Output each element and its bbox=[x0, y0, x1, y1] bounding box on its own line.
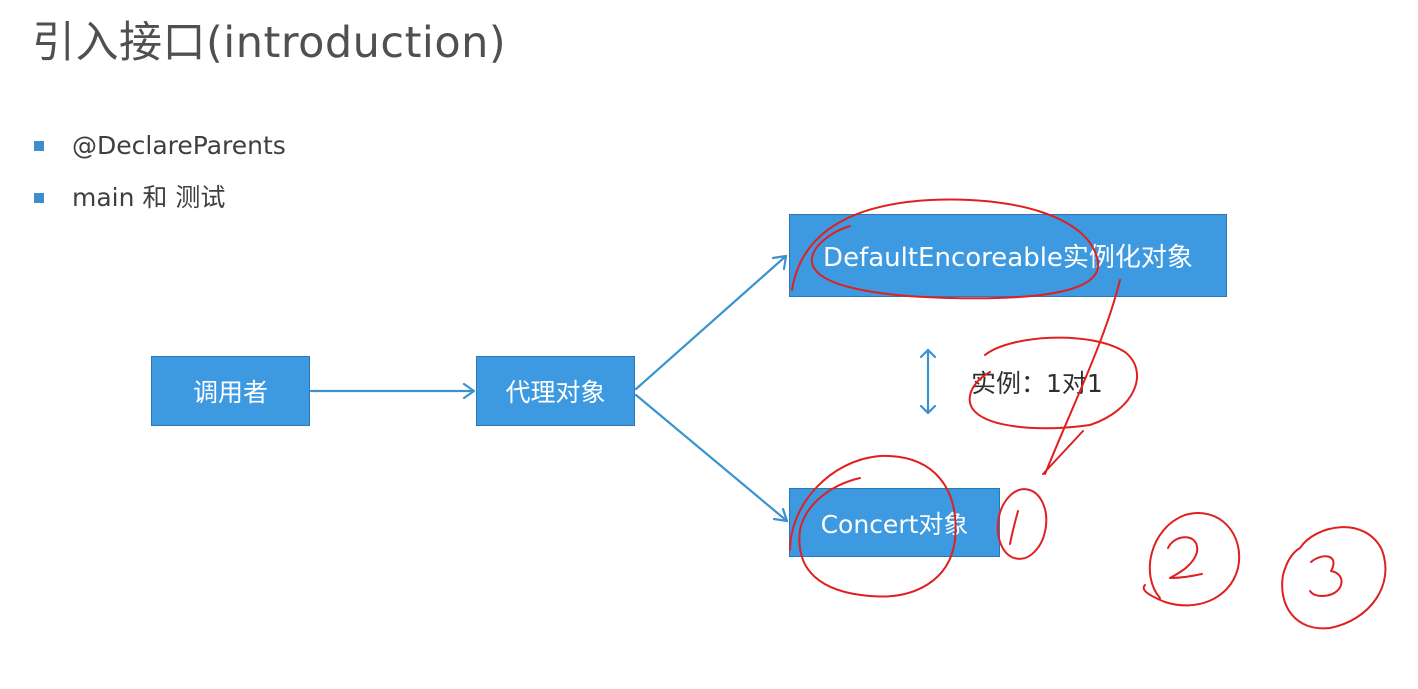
annotation-pointer-line bbox=[1042, 279, 1121, 475]
annotation-number-2 bbox=[1167, 536, 1203, 579]
annotation-number-1 bbox=[1009, 510, 1019, 545]
annotation-layer bbox=[789, 198, 1387, 630]
annotation-loop-relation bbox=[968, 336, 1138, 430]
annotation-circle-2 bbox=[1142, 512, 1241, 607]
annotation-circle-3 bbox=[1281, 526, 1387, 630]
annotation-number-3 bbox=[1309, 555, 1343, 597]
annotation-circle-1 bbox=[996, 488, 1048, 560]
annotation-ellipse-default bbox=[791, 198, 1100, 300]
annotation-ellipse-concert bbox=[789, 454, 957, 598]
